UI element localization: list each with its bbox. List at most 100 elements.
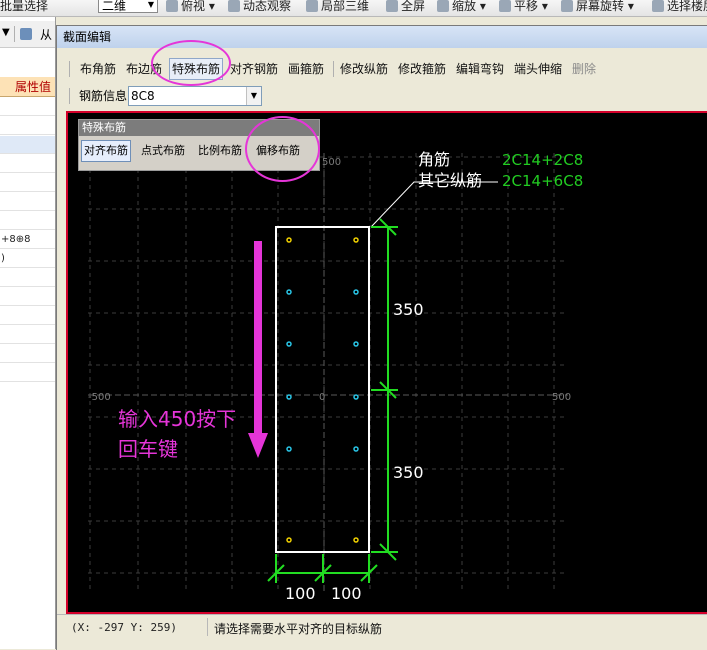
special-bar-button[interactable]: 特殊布筋 — [169, 58, 224, 80]
divider — [14, 26, 15, 42]
view-mode-combo[interactable]: 二维 ▼ — [98, 0, 158, 13]
corner-bar-value: 2C14+2C8 — [502, 151, 583, 169]
chevron-down-icon[interactable]: ▼ — [2, 27, 10, 38]
property-row[interactable] — [0, 307, 55, 325]
horizontal-dimension — [267, 554, 378, 583]
rebar-info-value: 8C8 — [131, 89, 155, 103]
view-direction-label: 俯视 — [181, 0, 206, 13]
property-panel-toolbar: ▼ 从 — [0, 21, 55, 48]
ratio-layout-button[interactable]: 比例布筋 — [198, 141, 242, 161]
zoom-icon — [437, 0, 449, 12]
import-icon[interactable] — [20, 28, 32, 40]
chevron-down-icon[interactable]: ▼ — [246, 87, 261, 105]
pan-label: 平移 — [514, 0, 539, 13]
modify-longitudinal-button[interactable]: 修改纵筋 — [340, 59, 388, 79]
edit-hook-button[interactable]: 编辑弯钩 — [456, 59, 504, 79]
side-rebar[interactable] — [353, 446, 359, 452]
corner-rebar[interactable] — [353, 237, 359, 243]
axes — [88, 153, 568, 593]
side-rebar[interactable] — [353, 394, 359, 400]
property-row[interactable] — [0, 288, 55, 306]
cube-icon — [306, 0, 318, 12]
side-rebar[interactable] — [353, 289, 359, 295]
dynamic-observe-label: 动态观察 — [243, 0, 292, 13]
property-row[interactable] — [0, 136, 55, 154]
grid — [88, 153, 568, 593]
modify-stirrup-button[interactable]: 修改箍筋 — [398, 59, 446, 79]
toolbar-separator — [333, 61, 334, 77]
local-3d-button[interactable]: 局部三维 — [306, 0, 369, 15]
fullscreen-label: 全屏 — [401, 0, 426, 13]
select-layer-label: 选择楼层 — [667, 0, 707, 13]
dynamic-observe-button[interactable]: 动态观察 — [228, 0, 291, 15]
drawing-canvas[interactable]: -500 0 500 500 角筋 2C14+2C8 其它纵筋 2C14+6C8… — [66, 111, 707, 614]
status-bar: (X: -297 Y: 259) 请选择需要水平对齐的目标纵筋 — [57, 614, 707, 639]
side-rebar[interactable] — [353, 341, 359, 347]
property-row[interactable]: +8⊕8 — [0, 231, 55, 249]
dim-upper-label: 350 — [393, 300, 424, 319]
align-bar-button[interactable]: 对齐钢筋 — [230, 59, 278, 79]
side-rebar[interactable] — [286, 289, 292, 295]
property-row[interactable] — [0, 212, 55, 230]
hint-text-line2: 回车键 — [118, 437, 178, 461]
select-layer-button[interactable]: 选择楼层 — [652, 0, 707, 15]
axis-label-top: 500 — [322, 157, 341, 168]
rotate-icon — [561, 0, 573, 12]
property-row[interactable] — [0, 174, 55, 192]
status-divider — [207, 618, 208, 636]
corner-bar-label: 角筋 — [418, 150, 450, 169]
property-row[interactable] — [0, 326, 55, 344]
screen-rotate-label: 屏幕旋转 — [576, 0, 625, 13]
property-row[interactable] — [0, 98, 55, 116]
property-row[interactable] — [0, 345, 55, 363]
layer-icon — [652, 0, 664, 12]
corner-rebar[interactable] — [353, 537, 359, 543]
side-rebar[interactable] — [286, 341, 292, 347]
property-panel: ▼ 从 属性值 +8⊕8) — [0, 17, 56, 649]
point-layout-button[interactable]: 点式布筋 — [141, 141, 185, 161]
end-stretch-button[interactable]: 端头伸缩 — [514, 59, 562, 79]
align-layout-button[interactable]: 对齐布筋 — [81, 140, 131, 162]
zoom-label: 缩放 — [452, 0, 477, 13]
section-edit-dialog: 截面编辑 布角筋 布边筋 特殊布筋 对齐钢筋 画箍筋 修改纵筋 修改箍筋 编辑弯… — [56, 25, 707, 650]
side-rebar[interactable] — [286, 446, 292, 452]
rebar-points[interactable] — [286, 237, 359, 543]
attr-value-header: 属性值 — [0, 77, 55, 97]
hint-arrow — [248, 241, 268, 458]
corner-bar-button[interactable]: 布角筋 — [80, 59, 116, 79]
view-direction-button[interactable]: 俯视 ▾ — [166, 0, 215, 15]
toolbar-grip — [69, 88, 70, 104]
dim-left-label: 100 — [285, 584, 316, 603]
property-row[interactable] — [0, 117, 55, 135]
fullscreen-icon — [386, 0, 398, 12]
column-section[interactable] — [275, 226, 370, 553]
screen-rotate-button[interactable]: 屏幕旋转 ▾ — [561, 0, 634, 15]
fullscreen-button[interactable]: 全屏 — [386, 0, 425, 15]
draw-stirrup-button[interactable]: 画箍筋 — [288, 59, 324, 79]
local-3d-label: 局部三维 — [321, 0, 370, 13]
section-drawing[interactable]: -500 0 500 500 角筋 2C14+2C8 其它纵筋 2C14+6C8… — [68, 113, 707, 612]
property-row[interactable] — [0, 155, 55, 173]
special-bar-palette: 特殊布筋 对齐布筋 点式布筋 比例布筋 偏移布筋 — [78, 119, 320, 171]
property-row[interactable]: ) — [0, 250, 55, 268]
offset-layout-button[interactable]: 偏移布筋 — [256, 141, 300, 161]
zoom-button[interactable]: 缩放 ▾ — [437, 0, 486, 15]
corner-rebar[interactable] — [286, 237, 292, 243]
view-icon — [166, 0, 178, 12]
property-row[interactable] — [0, 193, 55, 211]
rebar-info-combo[interactable]: 8C8 ▼ — [128, 86, 262, 106]
batch-select-button[interactable]: 批量选择 — [0, 0, 48, 15]
view-mode-value: 二维 — [102, 0, 127, 13]
dim-right-label: 100 — [331, 584, 362, 603]
delete-button[interactable]: 删除 — [572, 59, 596, 79]
dim-lower-label: 350 — [393, 463, 424, 482]
property-row[interactable] — [0, 364, 55, 382]
corner-rebar[interactable] — [286, 537, 292, 543]
side-rebar[interactable] — [286, 394, 292, 400]
edge-bar-button[interactable]: 布边筋 — [126, 59, 162, 79]
from-button[interactable]: 从 — [40, 26, 52, 43]
rebar-info-label: 钢筋信息 — [79, 89, 128, 103]
pan-button[interactable]: 平移 ▾ — [499, 0, 548, 15]
property-row[interactable] — [0, 269, 55, 287]
chevron-down-icon: ▼ — [147, 0, 155, 9]
